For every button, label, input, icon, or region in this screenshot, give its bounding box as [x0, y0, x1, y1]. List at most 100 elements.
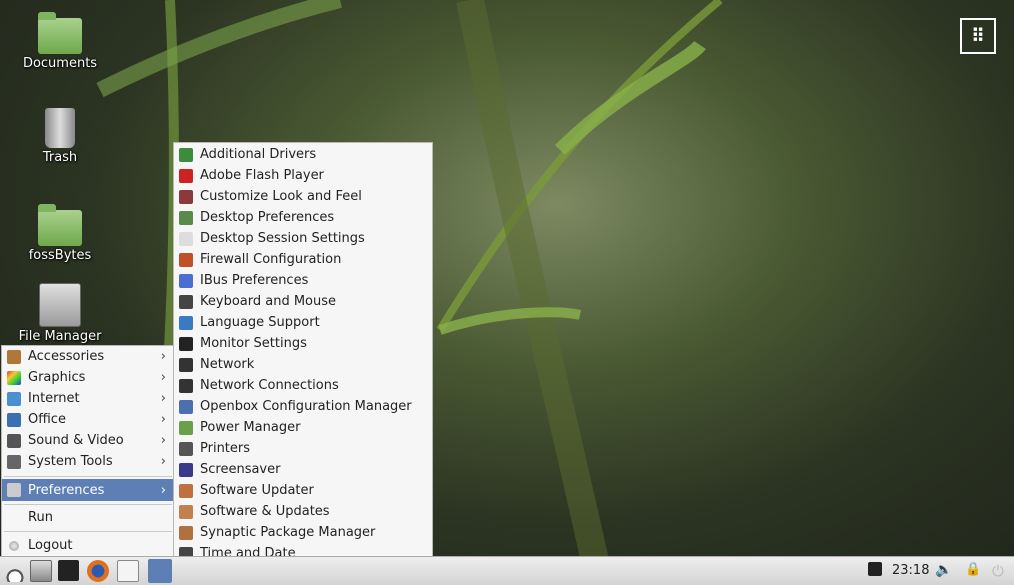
menu-item-run[interactable]: Run: [2, 507, 174, 528]
submenu-item[interactable]: Network Connections: [174, 375, 432, 396]
submenu-item-label: Software Updater: [200, 483, 314, 498]
menu-item-system-tools[interactable]: System Tools ›: [2, 451, 174, 472]
submenu-item-label: Adobe Flash Player: [200, 168, 324, 183]
submenu-item-label: Network: [200, 357, 255, 372]
submenu-item[interactable]: Firewall Configuration: [174, 249, 432, 270]
submenu-item[interactable]: Openbox Configuration Manager: [174, 396, 432, 417]
submenu-item[interactable]: Network: [174, 354, 432, 375]
clock[interactable]: 23:18: [892, 563, 929, 578]
menu-separator: [4, 531, 172, 532]
desktop-icon-label: File Manager: [18, 329, 102, 344]
desktop-icon-file-manager[interactable]: File Manager: [15, 283, 105, 344]
desktop-icon-label: fossBytes: [28, 248, 92, 263]
openbox-icon: [179, 399, 193, 414]
volume-icon[interactable]: 🔈: [935, 562, 952, 578]
desktop-switch-icon[interactable]: [148, 559, 172, 583]
menu-item-label: Internet: [28, 391, 80, 406]
menu-item-label: Sound & Video: [28, 433, 124, 448]
synaptic-icon: [179, 525, 193, 540]
submenu-item-label: Screensaver: [200, 462, 281, 477]
submenu-item[interactable]: Printers: [174, 438, 432, 459]
menu-item-internet[interactable]: Internet ›: [2, 388, 174, 409]
menu-item-label: Preferences: [28, 482, 105, 498]
submenu-item-label: Power Manager: [200, 420, 301, 435]
submenu-item[interactable]: Language Support: [174, 312, 432, 333]
network-tray-icon[interactable]: [868, 562, 882, 576]
file-manager-icon: [39, 283, 81, 327]
submenu-item[interactable]: Synaptic Package Manager: [174, 522, 432, 543]
firewall-icon: [179, 252, 193, 267]
submenu-item[interactable]: Software Updater: [174, 480, 432, 501]
monitor-icon: [179, 336, 193, 351]
file-manager-launcher-icon[interactable]: [30, 560, 52, 582]
submenu-item[interactable]: Screensaver: [174, 459, 432, 480]
menu-item-accessories[interactable]: Accessories ›: [2, 346, 174, 367]
menu-item-label: Logout: [28, 538, 73, 553]
submenu-item[interactable]: Power Manager: [174, 417, 432, 438]
submenu-item-label: Additional Drivers: [200, 147, 317, 162]
submenu-item[interactable]: Monitor Settings: [174, 333, 432, 354]
session-icon: [179, 231, 193, 246]
office-icon: [7, 412, 21, 427]
info-icon: [179, 273, 193, 288]
chevron-right-icon: ›: [160, 454, 166, 469]
menu-item-label: Graphics: [28, 370, 86, 385]
menu-item-sound-video[interactable]: Sound & Video ›: [2, 430, 174, 451]
submenu-item[interactable]: Keyboard and Mouse: [174, 291, 432, 312]
desktop-icon-fossbytes[interactable]: fossBytes: [15, 204, 105, 263]
submenu-item-label: IBus Preferences: [200, 273, 309, 288]
submenu-item-label: Software & Updates: [200, 504, 330, 519]
firefox-icon[interactable]: [87, 560, 109, 582]
menu-item-preferences[interactable]: Preferences ›: [2, 479, 174, 501]
desktop-icon-label: Documents: [22, 56, 98, 71]
submenu-item-label: Firewall Configuration: [200, 252, 342, 267]
chevron-right-icon: ›: [160, 349, 166, 364]
submenu-item[interactable]: Desktop Session Settings: [174, 228, 432, 249]
submenu-item-label: Openbox Configuration Manager: [200, 399, 412, 414]
submenu-item[interactable]: Desktop Preferences: [174, 207, 432, 228]
submenu-item[interactable]: Additional Drivers: [174, 144, 432, 165]
menu-item-label: Run: [28, 510, 53, 525]
screensaver-icon: [179, 462, 193, 477]
submenu-item[interactable]: Software & Updates: [174, 501, 432, 522]
menu-item-logout[interactable]: Logout: [2, 535, 174, 556]
menu-item-label: Office: [28, 412, 66, 427]
accessories-icon: [7, 349, 21, 364]
shutdown-icon[interactable]: ⏻: [992, 562, 1008, 580]
desktop-icon-documents[interactable]: Documents: [15, 12, 105, 71]
submenu-item[interactable]: Adobe Flash Player: [174, 165, 432, 186]
menu-separator: [4, 504, 172, 505]
submenu-item-label: Network Connections: [200, 378, 339, 393]
menu-item-graphics[interactable]: Graphics ›: [2, 367, 174, 388]
lock-icon[interactable]: 🔒: [965, 562, 981, 577]
submenu-item-label: Keyboard and Mouse: [200, 294, 337, 309]
logo-badge: ⠿: [960, 18, 996, 54]
graphics-icon: [7, 370, 21, 385]
printer-icon: [179, 441, 193, 456]
menu-item-office[interactable]: Office ›: [2, 409, 174, 430]
updater-icon: [179, 483, 193, 498]
terminal-icon[interactable]: [58, 560, 79, 581]
submenu-item[interactable]: IBus Preferences: [174, 270, 432, 291]
network-connections-icon: [179, 378, 193, 393]
language-icon: [179, 315, 193, 330]
submenu-item[interactable]: Customize Look and Feel: [174, 186, 432, 207]
system-tools-icon: [7, 454, 21, 469]
submenu-item-label: Synaptic Package Manager: [200, 525, 376, 540]
trash-icon: [45, 108, 75, 148]
menu-item-label: System Tools: [28, 454, 113, 469]
sound-video-icon: [7, 433, 21, 448]
desktop-icon-trash[interactable]: Trash: [15, 108, 105, 165]
submenu-item-label: Language Support: [200, 315, 320, 330]
window-icon[interactable]: [117, 560, 139, 582]
chevron-right-icon: ›: [160, 482, 166, 498]
chevron-right-icon: ›: [160, 412, 166, 427]
submenu-item-label: Customize Look and Feel: [200, 189, 362, 204]
keyboard-icon: [179, 294, 193, 309]
submenu-item-label: Desktop Session Settings: [200, 231, 365, 246]
start-menu-icon[interactable]: [4, 560, 26, 582]
logout-icon: [9, 540, 19, 551]
chevron-right-icon: ›: [160, 370, 166, 385]
main-menu: Accessories › Graphics › Internet › Offi…: [1, 345, 175, 558]
theme-icon: [179, 189, 193, 204]
